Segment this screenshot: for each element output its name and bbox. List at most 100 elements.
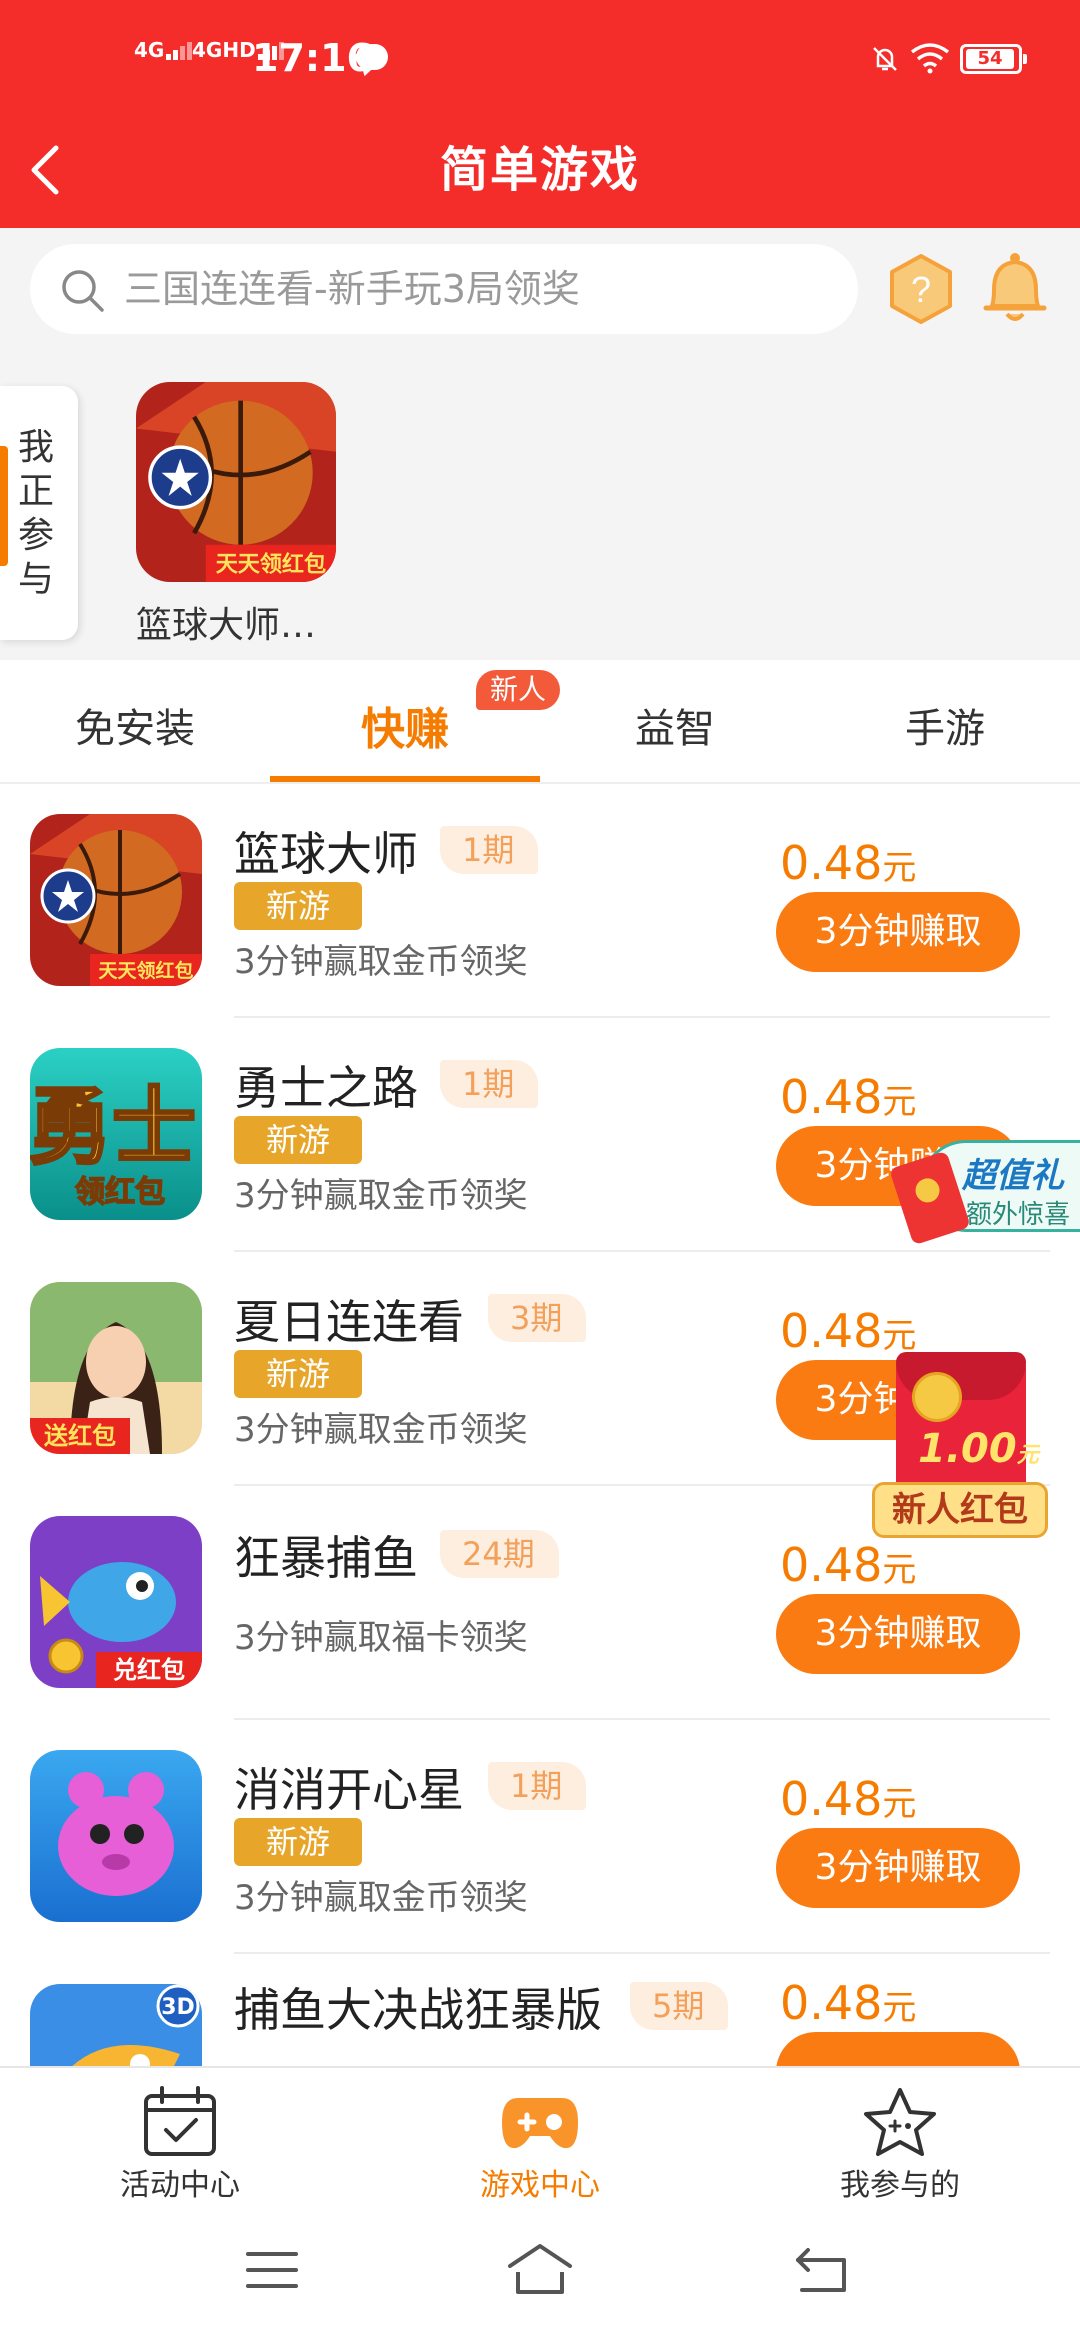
bottom-nav: 活动中心 游戏中心 我参与的 [0, 2066, 1080, 2206]
game-name: 消消开心星 [234, 1763, 464, 1817]
earn-button[interactable]: 3分钟赚取 [776, 892, 1020, 972]
list-item[interactable]: 消消开心星 1期 新游 3分钟赢取金币领奖 0.48元 3分钟赚取 [0, 1720, 1080, 1954]
battery-level: 54 [966, 49, 1014, 69]
icon-caption: 兑红包 [113, 1656, 185, 1684]
svg-text:?: ? [911, 269, 931, 310]
shark-game-icon: 3D [30, 1984, 202, 2066]
earn-button[interactable]: 3分钟赚取 [776, 1594, 1020, 1674]
price-unit: 元 [882, 1550, 917, 1590]
network-type-label: 4G [134, 38, 165, 62]
active-tab-indicator [270, 776, 540, 782]
game-description: 3分钟赢取金币领奖 [234, 1410, 528, 1450]
reward-price: 0.48元 [780, 836, 1040, 890]
game-name: 篮球大师 [234, 827, 418, 881]
tab-mobile-games[interactable]: 手游 [810, 696, 1080, 754]
game-name: 狂暴捕鱼 [234, 1531, 418, 1585]
new-game-tag: 新游 [234, 882, 362, 930]
nav-activity-center[interactable]: 活动中心 [0, 2068, 360, 2208]
game-icon: 3D [30, 1984, 202, 2066]
mute-bell-icon [873, 47, 897, 71]
reward-price: 0.48元 [780, 1070, 1040, 1124]
redpacket-label: 新人红包 [872, 1482, 1048, 1538]
participating-side-tab[interactable]: 我正参与 [0, 386, 78, 640]
game-description: 3分钟赢取福卡领奖 [234, 1618, 528, 1658]
recent-game-icon[interactable]: 天天领红包 [136, 382, 336, 582]
period-badge: 24期 [440, 1530, 559, 1578]
search-icon [62, 270, 104, 312]
nav-my-participation[interactable]: 我参与的 [720, 2068, 1080, 2208]
reward-price: 0.48元 [780, 1304, 1040, 1358]
period-badge: 1期 [440, 826, 539, 874]
status-bar: 4G 4GHD 17:16 54 [0, 0, 1080, 120]
price-unit: 元 [882, 1316, 917, 1356]
recent-game-name[interactable]: 篮球大师… [136, 596, 316, 648]
system-nav-bar [0, 2206, 1080, 2340]
warrior-game-icon: 勇士 领红包 [30, 1048, 202, 1220]
nav-label: 我参与的 [840, 2168, 960, 2203]
game-icon: 天天领红包 [30, 814, 202, 986]
new-user-redpacket-float[interactable]: 1.00元 新人红包 [872, 1352, 1052, 1542]
game-description: 3分钟赢取金币领奖 [234, 942, 528, 982]
fishing-game-icon: 兑红包 [30, 1516, 202, 1688]
search-input[interactable] [124, 244, 824, 334]
list-item[interactable]: 天天领红包 篮球大师 1期 新游 3分钟赢取金币领奖 0.48元 3分钟赚取 [0, 784, 1080, 1018]
icon-caption: 3D [161, 1995, 195, 2020]
price-value: 0.48 [780, 1976, 883, 2030]
match-three-game-icon [30, 1750, 202, 1922]
back-nav-icon[interactable] [794, 2242, 850, 2298]
nav-label: 游戏中心 [480, 2168, 600, 2203]
price-value: 0.48 [780, 836, 883, 890]
top-bar: 4G 4GHD 17:16 54 简单游戏 [0, 0, 1080, 228]
price-value: 0.48 [780, 1772, 883, 1826]
game-name: 捕鱼大决战狂暴版 [234, 1983, 602, 2037]
price-unit: 元 [882, 1988, 917, 2028]
icon-caption: 天天领红包 [98, 959, 193, 982]
icon-caption: 送红包 [44, 1422, 116, 1450]
redpacket-amount: 1.00元 [918, 1426, 1039, 1472]
search-bar[interactable] [30, 244, 858, 334]
recent-icon-caption: 天天领红包 [216, 552, 326, 578]
gift-promo-subtitle: 额外惊喜 [966, 1200, 1071, 1230]
game-name: 夏日连连看 [234, 1295, 464, 1349]
earn-button[interactable]: 3分钟赚取 [776, 1828, 1020, 1908]
category-tabs: 免安装 快赚 新人 益智 手游 [0, 660, 1080, 784]
earn-button[interactable] [776, 2032, 1020, 2066]
notification-bell-icon[interactable] [980, 250, 1050, 326]
network-indicator-1: 4G [134, 40, 194, 60]
game-name: 勇士之路 [234, 1061, 418, 1115]
tab-no-install[interactable]: 免安装 [0, 696, 270, 754]
period-badge: 1期 [488, 1762, 587, 1810]
help-icon[interactable]: ? [886, 252, 956, 326]
icon-caption: 领红包 [75, 1175, 165, 1210]
menu-icon[interactable] [244, 2242, 300, 2298]
matching-game-icon: 送红包 [30, 1282, 202, 1454]
gamepad-icon [502, 2098, 578, 2149]
game-description: 3分钟赢取金币领奖 [234, 1878, 528, 1918]
new-game-tag: 新游 [234, 1818, 362, 1866]
game-description: 3分钟赢取金币领奖 [234, 1176, 528, 1216]
side-tab-accent [0, 446, 8, 566]
gift-promo-float[interactable]: 超值礼 额外惊喜 [889, 1118, 1080, 1248]
nav-label: 活动中心 [120, 2168, 240, 2203]
home-icon[interactable] [506, 2242, 574, 2298]
nav-game-center[interactable]: 游戏中心 [360, 2068, 720, 2208]
tab-puzzle[interactable]: 益智 [540, 696, 810, 754]
side-tab-label: 我正参与 [18, 427, 55, 600]
battery-icon: 54 [960, 44, 1027, 74]
period-badge: 5期 [630, 1982, 729, 2030]
reward-price: 0.48元 [780, 1976, 1040, 2030]
price-unit: 元 [882, 1082, 917, 1122]
reward-price: 0.48元 [780, 1772, 1040, 1826]
basketball-game-icon: 天天领红包 [136, 382, 336, 582]
game-icon: 勇士 领红包 [30, 1048, 202, 1220]
period-badge: 1期 [440, 1060, 539, 1108]
price-value: 0.48 [780, 1304, 883, 1358]
status-time: 17:16 [252, 36, 373, 80]
price-unit: 元 [882, 848, 917, 888]
redpacket-amount-unit: 元 [1016, 1443, 1039, 1468]
reward-price: 0.48元 [780, 1538, 1040, 1592]
coin-icon [912, 1372, 962, 1422]
new-game-tag: 新游 [234, 1116, 362, 1164]
wifi-icon [910, 43, 950, 74]
list-item[interactable]: 3D 捕鱼大决战狂暴版 5期 0.48元 [0, 1954, 1080, 2066]
